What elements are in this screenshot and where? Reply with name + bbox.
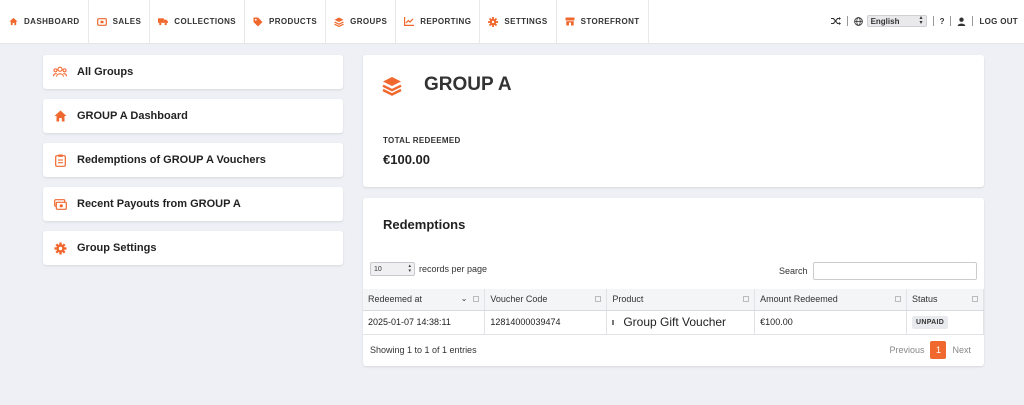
records-per-page-label: records per page bbox=[419, 264, 488, 274]
language-dropdown[interactable]: English ▴ ▾ bbox=[866, 15, 927, 27]
globe-icon bbox=[853, 16, 863, 26]
column-header-amount-redeemed[interactable]: Amount Redeemed bbox=[754, 289, 908, 311]
sidebar-item-dashboard[interactable]: GROUP A Dashboard bbox=[43, 99, 343, 133]
gear-icon bbox=[488, 16, 499, 27]
nav-collections-label: COLLECTIONS bbox=[174, 17, 237, 26]
total-redeemed-value: €100.00 bbox=[383, 152, 430, 167]
cell-amount: €100.00 bbox=[754, 310, 908, 335]
logout-link[interactable]: LOG OUT bbox=[979, 17, 1024, 26]
redemptions-panel: Redemptions 10 ▴ ▾ records per page Searc… bbox=[363, 198, 984, 366]
select-arrows-icon: ▴ ▾ bbox=[408, 263, 411, 274]
pagination-page-1[interactable]: 1 bbox=[930, 341, 947, 359]
column-header-voucher-code[interactable]: Voucher Code bbox=[484, 289, 608, 311]
user-icon[interactable] bbox=[957, 17, 966, 26]
tag-icon bbox=[253, 17, 263, 27]
clipboard-icon bbox=[53, 153, 67, 167]
nav-products-label: PRODUCTS bbox=[269, 17, 318, 26]
top-navigation: DASHBOARD SALES COLLECTIONS PRODUCTS GRO… bbox=[0, 0, 1024, 44]
column-header-redeemed-at[interactable]: Redeemed at ⌄ bbox=[363, 289, 486, 311]
divider bbox=[950, 16, 952, 26]
home-icon bbox=[53, 109, 67, 123]
help-link[interactable]: ? bbox=[940, 17, 945, 26]
page-title: GROUP A bbox=[424, 74, 512, 95]
layers-icon bbox=[382, 76, 402, 96]
search-label: Search bbox=[779, 266, 808, 276]
gear-icon bbox=[53, 241, 67, 255]
money-icon bbox=[53, 197, 67, 211]
table-header-row: Redeemed at ⌄ Voucher Code Product Amoun… bbox=[363, 289, 984, 311]
sort-desc-icon: ⌄ bbox=[460, 294, 468, 303]
language-value: English bbox=[870, 16, 900, 26]
nav-collections[interactable]: COLLECTIONS bbox=[150, 0, 246, 43]
total-redeemed-label: TOTAL REDEEMED bbox=[383, 136, 461, 145]
cell-status: UNPAID bbox=[906, 310, 984, 335]
sort-icon bbox=[972, 296, 978, 302]
nav-dashboard[interactable]: DASHBOARD bbox=[0, 0, 89, 43]
table-row[interactable]: 2025-01-07 14:38:11 12814000039474 Group… bbox=[363, 310, 984, 335]
nav-groups-label: GROUPS bbox=[350, 17, 388, 26]
truck-icon bbox=[158, 17, 169, 27]
nav-reporting[interactable]: REPORTING bbox=[396, 0, 481, 43]
pagination-next[interactable]: Next bbox=[952, 345, 971, 355]
sidebar-item-label: All Groups bbox=[77, 66, 134, 78]
table-info: Showing 1 to 1 of 1 entries bbox=[370, 345, 477, 355]
ticket-icon bbox=[96, 17, 107, 27]
layers-icon bbox=[334, 17, 344, 27]
sort-icon bbox=[473, 296, 480, 302]
nav-dashboard-label: DASHBOARD bbox=[24, 17, 80, 26]
sidebar-item-group-settings[interactable]: Group Settings bbox=[43, 231, 343, 265]
pagination: Previous 1 Next bbox=[889, 341, 971, 359]
sidebar-item-label: GROUP A Dashboard bbox=[77, 110, 188, 122]
sidebar-item-all-groups[interactable]: All Groups bbox=[43, 55, 343, 89]
divider bbox=[972, 16, 974, 26]
cell-product: Group Gift Voucher bbox=[606, 310, 756, 335]
home-icon bbox=[8, 17, 18, 27]
nav-products[interactable]: PRODUCTS bbox=[245, 0, 327, 43]
divider bbox=[932, 16, 934, 26]
users-icon bbox=[53, 65, 67, 79]
divider bbox=[846, 16, 848, 26]
nav-utilities: English ▴ ▾ ? LOG OUT bbox=[830, 0, 1024, 42]
records-per-page-select[interactable]: 10 ▴ ▾ bbox=[370, 262, 415, 276]
nav-sales-label: SALES bbox=[112, 17, 142, 26]
cell-redeemed-at: 2025-01-07 14:38:11 bbox=[363, 310, 486, 335]
sort-icon bbox=[895, 296, 902, 302]
sort-icon bbox=[595, 296, 602, 302]
chart-icon bbox=[404, 17, 415, 27]
bullet-icon bbox=[612, 320, 615, 326]
status-badge: UNPAID bbox=[912, 315, 949, 329]
sidebar-item-label: Group Settings bbox=[77, 242, 157, 254]
sidebar-item-payouts[interactable]: Recent Payouts from GROUP A bbox=[43, 187, 343, 221]
search-input[interactable] bbox=[813, 262, 977, 280]
sidebar-item-redemptions[interactable]: Redemptions of GROUP A Vouchers bbox=[43, 143, 343, 177]
store-icon bbox=[565, 17, 575, 27]
redemptions-table: Redeemed at ⌄ Voucher Code Product Amoun… bbox=[363, 289, 984, 335]
records-per-page: 10 ▴ ▾ records per page bbox=[370, 262, 487, 276]
select-arrows-icon: ▴ ▾ bbox=[919, 15, 923, 26]
nav-groups[interactable]: GROUPS bbox=[326, 0, 397, 43]
nav-storefront[interactable]: STOREFRONT bbox=[557, 0, 649, 43]
records-per-page-value: 10 bbox=[374, 265, 382, 273]
column-header-status[interactable]: Status bbox=[906, 289, 984, 311]
nav-sales[interactable]: SALES bbox=[89, 0, 151, 43]
nav-settings[interactable]: SETTINGS bbox=[480, 0, 557, 43]
sort-icon bbox=[743, 296, 750, 302]
column-header-product[interactable]: Product bbox=[606, 289, 756, 311]
sidebar-item-label: Redemptions of GROUP A Vouchers bbox=[77, 154, 266, 166]
nav-settings-label: SETTINGS bbox=[504, 17, 548, 26]
cell-voucher-code: 12814000039474 bbox=[484, 310, 608, 335]
sidebar-item-label: Recent Payouts from GROUP A bbox=[77, 198, 241, 210]
shuffle-icon[interactable] bbox=[830, 17, 841, 25]
language-select[interactable]: English ▴ ▾ bbox=[853, 15, 927, 27]
group-summary-panel: GROUP A TOTAL REDEEMED €100.00 bbox=[363, 55, 984, 187]
pagination-previous[interactable]: Previous bbox=[889, 345, 924, 355]
nav-reporting-label: REPORTING bbox=[420, 17, 472, 26]
nav-storefront-label: STOREFRONT bbox=[580, 17, 640, 26]
redemptions-title: Redemptions bbox=[383, 217, 466, 232]
